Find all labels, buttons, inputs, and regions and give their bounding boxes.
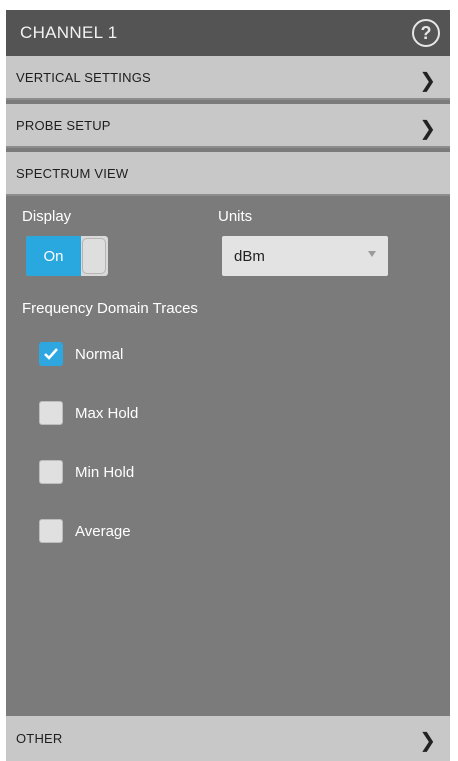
units-value: dBm bbox=[234, 247, 265, 265]
normal-checkbox[interactable] bbox=[39, 342, 63, 366]
section-label: PROBE SETUP bbox=[16, 117, 111, 133]
section-label: SPECTRUM VIEW bbox=[16, 165, 129, 181]
section-vertical-settings[interactable]: VERTICAL SETTINGS ❯ bbox=[6, 56, 450, 100]
toggle-knob bbox=[82, 238, 106, 274]
section-other[interactable]: OTHER ❯ bbox=[6, 716, 450, 761]
average-checkbox[interactable] bbox=[39, 519, 63, 543]
min-hold-checkbox[interactable] bbox=[39, 460, 63, 484]
checkmark-icon bbox=[44, 348, 58, 360]
min-hold-label: Min Hold bbox=[75, 463, 135, 481]
chevron-right-icon: ❯ bbox=[419, 118, 436, 140]
dropdown-arrow-icon bbox=[368, 251, 376, 257]
section-label: OTHER bbox=[16, 731, 63, 746]
max-hold-checkbox[interactable] bbox=[39, 401, 63, 425]
channel-settings-panel: CHANNEL 1 ? VERTICAL SETTINGS ❯ PROBE SE… bbox=[6, 10, 450, 761]
trace-average-row[interactable]: Average bbox=[39, 518, 131, 544]
normal-label: Normal bbox=[75, 345, 124, 363]
average-label: Average bbox=[75, 522, 131, 540]
chevron-right-icon: ❯ bbox=[419, 730, 436, 752]
units-dropdown[interactable]: dBm bbox=[222, 236, 388, 276]
section-probe-setup[interactable]: PROBE SETUP ❯ bbox=[6, 104, 450, 148]
max-hold-label: Max Hold bbox=[75, 404, 139, 422]
section-label: VERTICAL SETTINGS bbox=[16, 69, 151, 85]
chevron-right-icon: ❯ bbox=[419, 70, 436, 92]
display-toggle[interactable]: On bbox=[26, 236, 108, 276]
trace-min-hold-row[interactable]: Min Hold bbox=[39, 459, 134, 485]
trace-max-hold-row[interactable]: Max Hold bbox=[39, 400, 138, 426]
panel-title: CHANNEL 1 bbox=[20, 23, 118, 42]
toggle-on-segment: On bbox=[26, 236, 81, 276]
units-label: Units bbox=[218, 208, 253, 225]
display-label: Display bbox=[22, 208, 72, 225]
title-bar: CHANNEL 1 ? bbox=[6, 10, 450, 56]
help-icon[interactable]: ? bbox=[412, 19, 440, 47]
section-spectrum-view[interactable]: SPECTRUM VIEW bbox=[6, 152, 450, 196]
traces-label: Frequency Domain Traces bbox=[22, 300, 198, 317]
trace-normal-row[interactable]: Normal bbox=[39, 341, 123, 367]
